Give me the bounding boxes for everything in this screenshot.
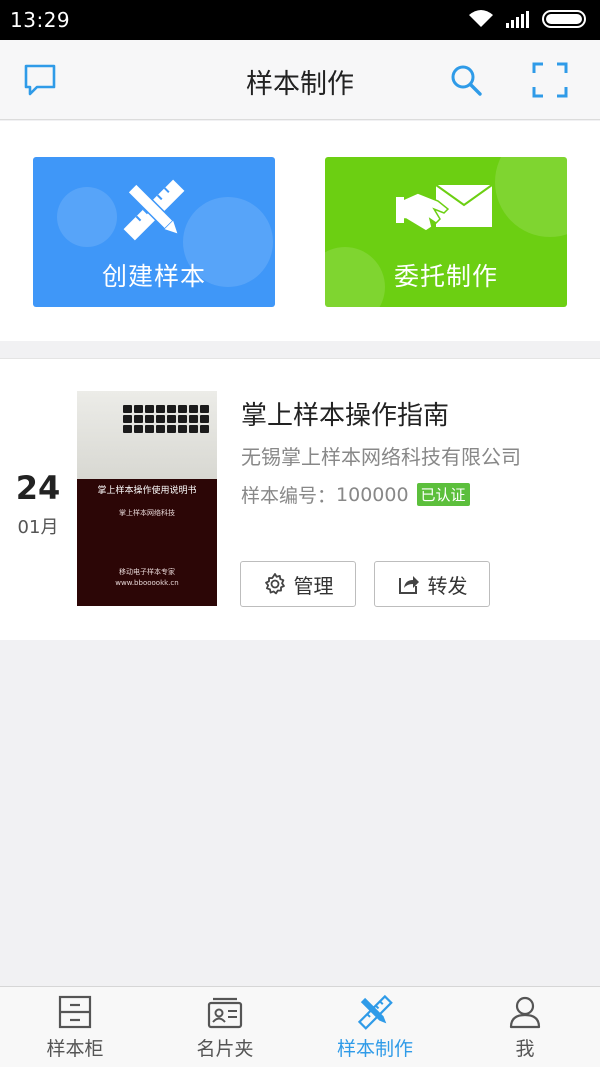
bottom-tab-bar: 样本柜 名片夹 样本制作 我 bbox=[0, 986, 600, 1067]
status-bar: 13:29 bbox=[0, 0, 600, 40]
tab-sample-production[interactable]: 样本制作 bbox=[300, 987, 450, 1067]
pencil-ruler-icon bbox=[123, 179, 185, 241]
tab-label: 样本制作 bbox=[336, 1038, 413, 1060]
gear-icon bbox=[264, 573, 285, 595]
thumbnail-subtitle: 掌上样本网络科技 bbox=[119, 509, 175, 517]
share-icon bbox=[398, 576, 419, 594]
thumbnail-cover: 掌上样本操作使用说明书 掌上样本网络科技 移动电子样本专家 www.bboooo… bbox=[77, 479, 217, 606]
entrust-production-card[interactable]: 委托制作 bbox=[325, 157, 567, 307]
decor-circle bbox=[57, 187, 117, 247]
status-icons bbox=[468, 9, 588, 29]
thumbnail-footer-line1: 移动电子样本专家 bbox=[119, 568, 175, 576]
manage-button[interactable]: 管理 bbox=[240, 561, 356, 607]
page-title: 样本制作 bbox=[246, 69, 354, 100]
pencil-ruler-icon bbox=[357, 994, 393, 1030]
sample-number-row: 样本编号： 100000 已认证 bbox=[241, 481, 470, 508]
app-header: 样本制作 bbox=[0, 40, 600, 120]
sample-title[interactable]: 掌上样本操作指南 bbox=[241, 395, 449, 432]
scan-icon[interactable] bbox=[530, 60, 570, 100]
date-day: 24 bbox=[15, 469, 61, 507]
share-button[interactable]: 转发 bbox=[374, 561, 490, 607]
keyboard-keys bbox=[123, 405, 209, 433]
entrust-production-label: 委托制作 bbox=[393, 262, 498, 291]
tab-me[interactable]: 我 bbox=[450, 987, 600, 1067]
tab-label: 我 bbox=[515, 1038, 535, 1060]
handshake-icon bbox=[396, 184, 493, 232]
sample-thumbnail[interactable]: 掌上样本操作使用说明书 掌上样本网络科技 移动电子样本专家 www.bboooo… bbox=[77, 391, 217, 606]
sample-list: 24 01月 掌上样本操作使用说明书 掌上样本网络科技 移动电子样本专家 www… bbox=[0, 358, 600, 640]
verified-badge: 已认证 bbox=[416, 483, 470, 506]
signal-icon bbox=[506, 11, 529, 28]
tab-card-holder[interactable]: 名片夹 bbox=[150, 987, 300, 1067]
create-sample-label: 创建样本 bbox=[101, 262, 206, 291]
create-sample-card[interactable]: 创建样本 bbox=[33, 157, 275, 307]
tab-label: 样本柜 bbox=[46, 1038, 104, 1060]
share-label: 转发 bbox=[427, 573, 468, 598]
thumbnail-footer-line2: www.bbooookk.cn bbox=[115, 579, 179, 587]
thumbnail-title: 掌上样本操作使用说明书 bbox=[97, 486, 197, 496]
tab-sample-cabinet[interactable]: 样本柜 bbox=[0, 987, 150, 1067]
wifi-icon bbox=[469, 10, 493, 27]
status-time: 13:29 bbox=[10, 8, 71, 32]
cabinet-icon bbox=[58, 995, 92, 1029]
tab-label: 名片夹 bbox=[196, 1038, 254, 1060]
sample-company: 无锡掌上样本网络科技有限公司 bbox=[241, 445, 521, 469]
date-month: 01月 bbox=[17, 517, 59, 538]
thumbnail-keyboard-photo bbox=[77, 391, 217, 479]
person-icon bbox=[509, 996, 541, 1029]
search-icon[interactable] bbox=[446, 60, 486, 100]
decor-circle bbox=[495, 157, 567, 237]
manage-label: 管理 bbox=[293, 573, 334, 598]
card-holder-icon bbox=[207, 997, 243, 1029]
sample-number-value: 100000 bbox=[336, 483, 409, 506]
action-cards: 创建样本 委托制作 bbox=[0, 121, 600, 341]
sample-number-label: 样本编号： bbox=[241, 485, 337, 507]
battery-icon bbox=[542, 10, 586, 28]
